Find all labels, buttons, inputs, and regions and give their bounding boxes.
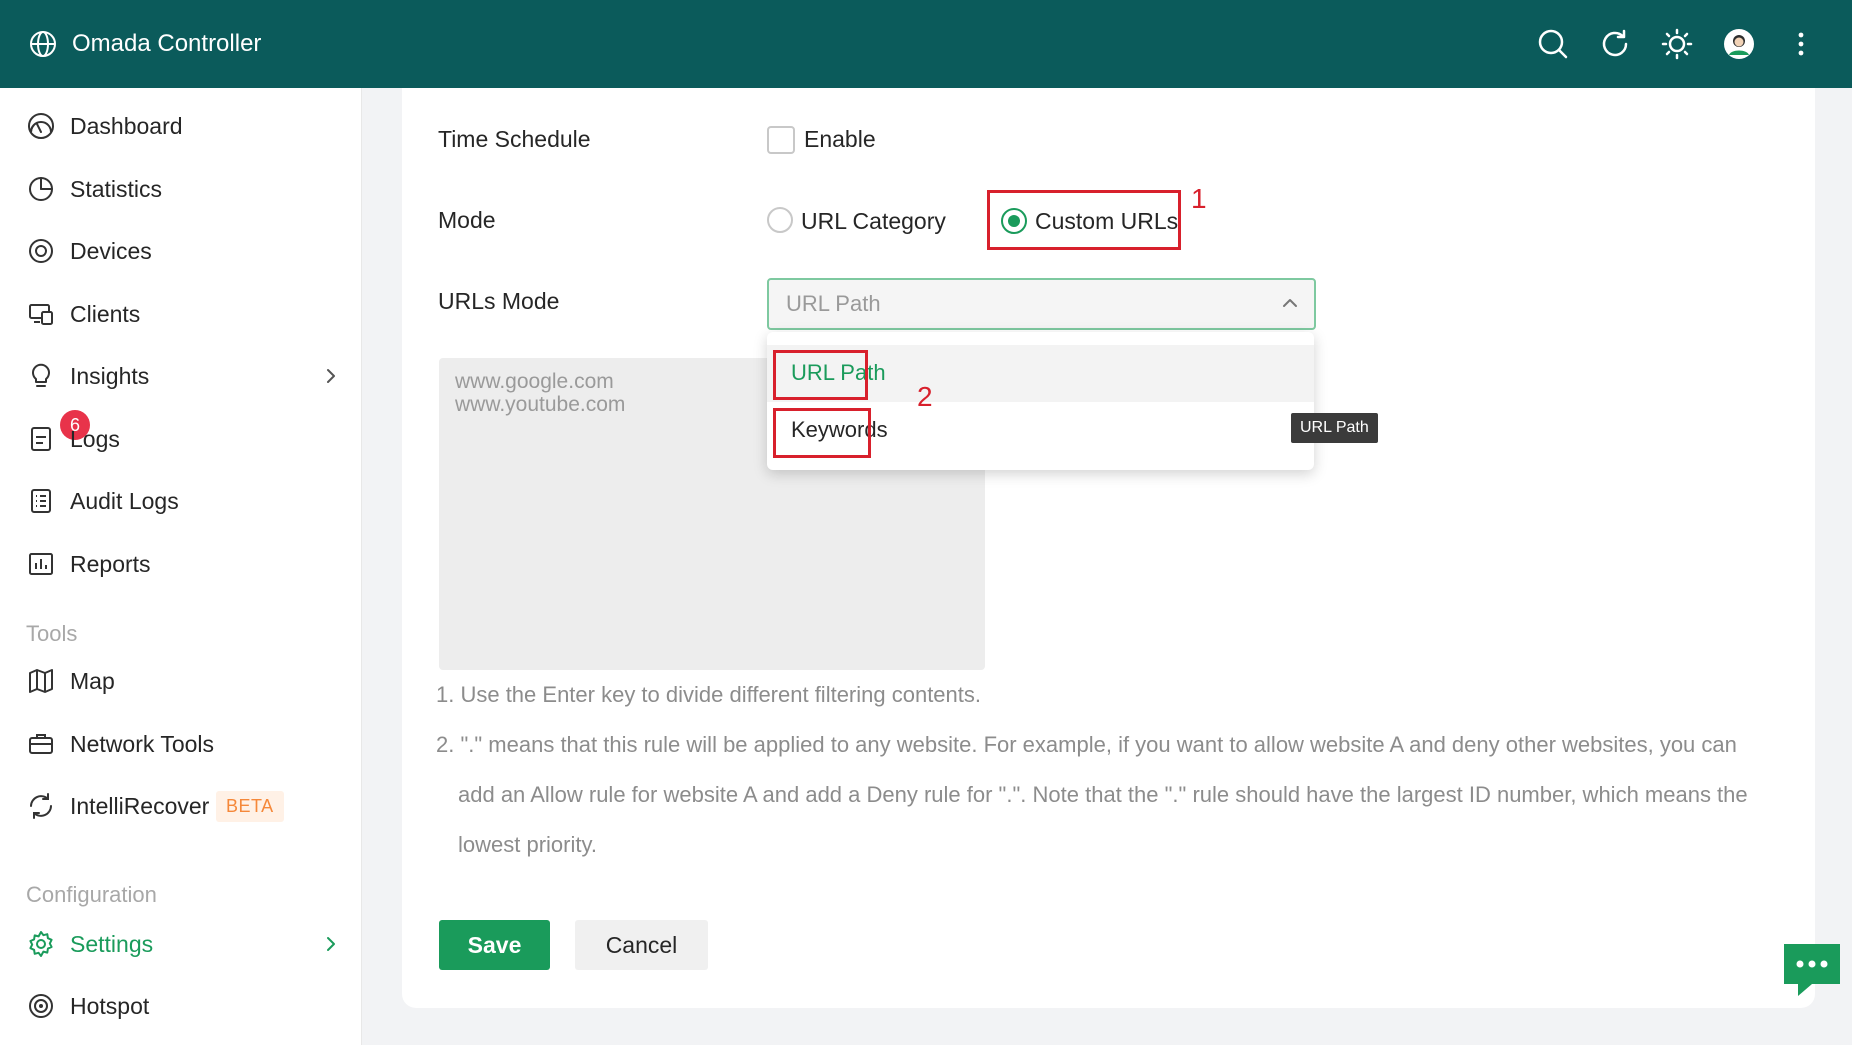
urls-mode-label: URLs Mode (438, 288, 560, 314)
beta-tag: BETA (216, 790, 284, 822)
recover-cycle-icon (30, 793, 52, 819)
urls-mode-select[interactable]: URL Path (767, 278, 1316, 330)
dashboard-gauge-icon (28, 113, 54, 139)
sidebar: Dashboard Statistics Devices Clients Ins… (0, 88, 362, 1045)
refresh-button[interactable] (1584, 13, 1646, 75)
pie-chart-icon (29, 177, 53, 201)
search-button[interactable] (1522, 13, 1584, 75)
app-title: Omada Controller (72, 30, 262, 57)
sidebar-item-logs[interactable]: 6 Logs (0, 409, 361, 469)
sidebar-item-label: Devices (70, 237, 152, 264)
refresh-icon (1602, 29, 1628, 57)
account-avatar-button[interactable] (1708, 13, 1770, 75)
time-schedule-enable-checkbox[interactable] (767, 126, 795, 154)
sidebar-item-network-tools[interactable]: Network Tools (0, 714, 361, 774)
cancel-button[interactable]: Cancel (575, 920, 708, 970)
lightbulb-icon (32, 363, 50, 387)
map-icon (29, 669, 53, 693)
sidebar-item-intellirecover[interactable]: IntelliRecover BETA (0, 776, 361, 836)
annotation-number-1: 1 (1191, 183, 1207, 214)
sidebar-item-map[interactable]: Map (0, 651, 361, 711)
sidebar-item-label: Settings (70, 930, 154, 957)
save-button[interactable]: Save (439, 920, 550, 970)
gear-icon (29, 931, 53, 957)
more-menu-button[interactable] (1770, 13, 1832, 75)
bar-report-icon (29, 553, 53, 575)
sidebar-item-label: Insights (70, 362, 150, 389)
section-title-tools: Tools (26, 621, 78, 646)
mode-option-url-category-label[interactable]: URL Category (801, 208, 946, 235)
sidebar-item-clients[interactable]: Clients (0, 284, 361, 344)
note-line-2c: lowest priority. (458, 832, 597, 857)
urls-mode-selected-value: URL Path (786, 291, 881, 316)
sidebar-item-devices[interactable]: Devices (0, 221, 361, 281)
annotation-box-keywords (773, 408, 871, 458)
tooltip: URL Path (1291, 413, 1378, 443)
sidebar-item-label: Dashboard (70, 112, 183, 139)
brand[interactable]: Omada Controller (28, 29, 261, 59)
logs-doc-icon (31, 427, 51, 451)
enable-label[interactable]: Enable (804, 126, 876, 153)
textarea-placeholder: www.google.com www.youtube.com (455, 370, 625, 416)
placeholder-line-1: www.google.com (455, 370, 614, 393)
sidebar-item-label: Clients (70, 300, 141, 327)
sidebar-item-label: Map (70, 667, 115, 694)
top-bar: Omada Controller (0, 0, 1852, 88)
annotation-number-2: 2 (917, 381, 933, 412)
toolbox-icon (29, 734, 53, 754)
sidebar-item-label: Logs (70, 425, 120, 452)
sidebar-item-label: Reports (70, 550, 151, 577)
devices-target-icon (29, 239, 53, 263)
more-vertical-icon (1798, 32, 1804, 56)
list-doc-icon (31, 489, 51, 513)
sidebar-item-reports[interactable]: Reports (0, 534, 361, 594)
annotation-box-custom-urls (987, 190, 1181, 250)
sidebar-item-insights[interactable]: Insights (0, 346, 361, 406)
mode-radio-url-category[interactable] (767, 207, 793, 233)
sidebar-item-label: Hotspot (70, 992, 150, 1019)
placeholder-line-2: www.youtube.com (455, 393, 626, 416)
chevron-up-icon (1283, 299, 1297, 307)
clients-screens-icon (29, 304, 53, 325)
chevron-right-icon (327, 369, 335, 383)
sidebar-item-statistics[interactable]: Statistics (0, 159, 361, 219)
theme-toggle-button[interactable] (1646, 13, 1708, 75)
note-line-2b: add an Allow rule for website A and add … (458, 782, 1748, 807)
section-title-configuration: Configuration (26, 882, 157, 907)
sidebar-item-label: IntelliRecover (70, 792, 210, 819)
sidebar-item-label: Audit Logs (70, 487, 179, 514)
theme-sun-icon (1661, 28, 1693, 60)
sidebar-item-hotspot[interactable]: Hotspot (0, 976, 361, 1036)
time-schedule-label: Time Schedule (438, 126, 591, 152)
sidebar-item-label: Statistics (70, 175, 163, 202)
sidebar-item-dashboard[interactable]: Dashboard (0, 96, 361, 156)
note-line-2a: 2. "." means that this rule will be appl… (436, 732, 1737, 757)
chevron-right-icon (327, 937, 335, 951)
search-icon (1538, 29, 1568, 59)
sidebar-item-settings[interactable]: Settings (0, 914, 361, 974)
omada-logo-icon (30, 31, 56, 57)
chat-support-icon[interactable] (1782, 942, 1842, 998)
note-line-1: 1. Use the Enter key to divide different… (436, 682, 982, 707)
mode-label: Mode (438, 207, 496, 233)
sidebar-item-label: Network Tools (70, 730, 215, 757)
annotation-box-url-path (773, 350, 868, 400)
avatar-icon (1724, 29, 1754, 59)
sidebar-item-audit-logs[interactable]: Audit Logs (0, 471, 361, 531)
hotspot-icon (29, 994, 53, 1018)
